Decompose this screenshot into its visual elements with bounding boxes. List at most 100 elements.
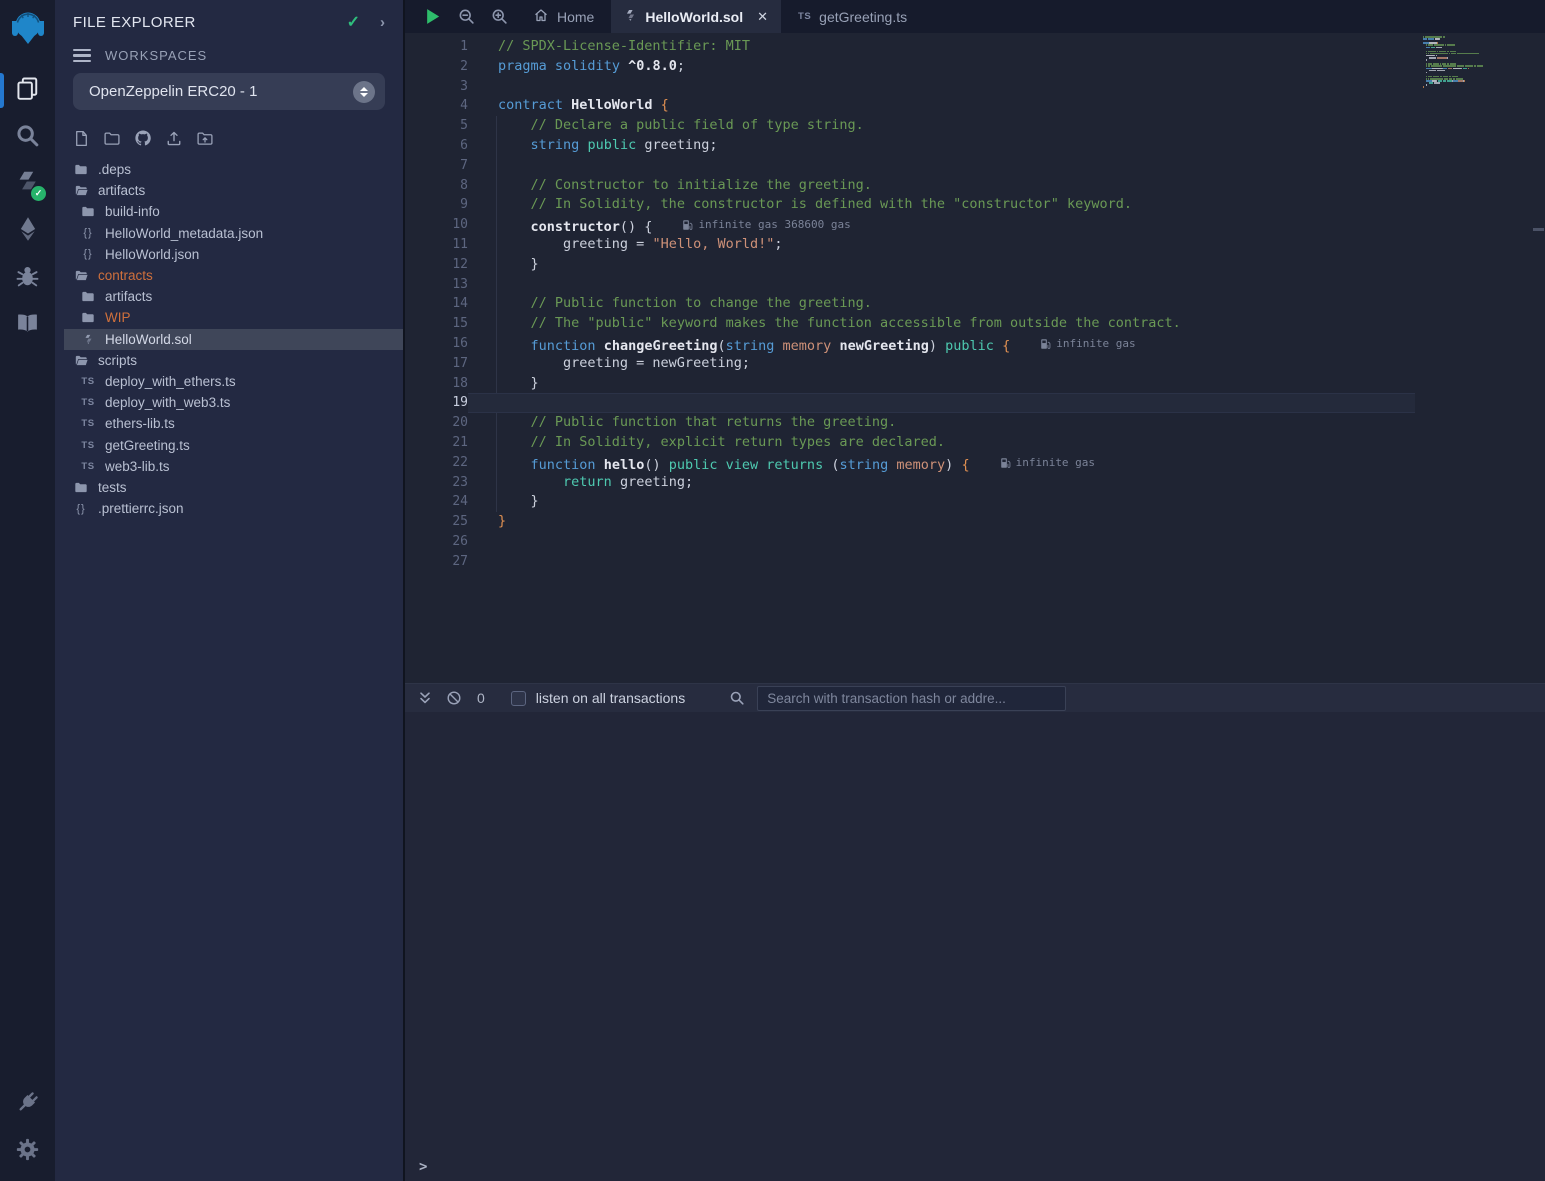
line-number: 16 [405, 334, 468, 354]
code-line-21[interactable]: 21 // In Solidity, explicit return types… [405, 433, 1415, 453]
tree-item-ethers-lib-ts[interactable]: TSethers-lib.ts [55, 413, 403, 434]
home-icon [533, 7, 549, 26]
sidebar-item-learneth[interactable] [0, 302, 55, 349]
tree-item-contracts[interactable]: contracts [55, 265, 403, 286]
minimap[interactable] [1419, 33, 1531, 683]
tree-item-label: getGreeting.ts [105, 438, 190, 453]
scrollbar-marker[interactable] [1533, 228, 1544, 231]
line-number: 27 [405, 552, 468, 572]
line-number: 11 [405, 235, 468, 255]
ts-icon: TS [80, 397, 96, 408]
workspace-select[interactable]: OpenZeppelin ERC20 - 1 [73, 73, 385, 110]
file-explorer-icon [15, 76, 40, 106]
code-line-6[interactable]: 6 string public greeting; [405, 136, 1415, 156]
clear-console-icon[interactable] [446, 690, 462, 706]
line-number: 5 [405, 116, 468, 136]
line-number: 14 [405, 294, 468, 314]
tree-item-tests[interactable]: tests [55, 477, 403, 498]
code-line-23[interactable]: 23 return greeting; [405, 473, 1415, 493]
tree-item-artifacts[interactable]: artifacts [55, 180, 403, 201]
sidebar-item-debugger[interactable] [0, 255, 55, 302]
tree-item-wip[interactable]: WIP [55, 307, 403, 328]
code-line-8[interactable]: 8 // Constructor to initialize the greet… [405, 176, 1415, 196]
code-line-22[interactable]: 22 function hello() public view returns … [405, 453, 1415, 473]
code-line-11[interactable]: 11 greeting = "Hello, World!"; [405, 235, 1415, 255]
code-editor[interactable]: 1// SPDX-License-Identifier: MIT2pragma … [405, 33, 1545, 683]
chevron-right-icon[interactable]: › [380, 14, 385, 31]
search-icon [15, 123, 40, 153]
close-tab-icon[interactable]: ✕ [757, 9, 768, 25]
code-content: // Public function to change the greetin… [468, 294, 1415, 314]
code-line-18[interactable]: 18 } [405, 374, 1415, 394]
github-icon[interactable] [134, 129, 152, 147]
tree-item-deploy-with-web3-ts[interactable]: TSdeploy_with_web3.ts [55, 392, 403, 413]
code-line-15[interactable]: 15 // The "public" keyword makes the fun… [405, 314, 1415, 334]
listen-transactions-checkbox[interactable] [511, 691, 526, 706]
upload-folder-icon[interactable] [196, 130, 214, 147]
line-number: 24 [405, 492, 468, 512]
line-number: 25 [405, 512, 468, 532]
run-script-button[interactable] [423, 7, 442, 26]
folder-open-icon [73, 269, 89, 282]
code-line-19[interactable]: 19 [405, 393, 1415, 413]
terminal-output[interactable]: > [405, 712, 1545, 1181]
code-content: constructor() {infinite gas 368600 gas [468, 215, 1415, 235]
new-file-icon[interactable] [73, 130, 90, 147]
sidebar-item-settings[interactable] [0, 1128, 55, 1175]
code-line-26[interactable]: 26 [405, 532, 1415, 552]
tree-item--deps[interactable]: .deps [55, 159, 403, 180]
code-line-16[interactable]: 16 function changeGreeting(string memory… [405, 334, 1415, 354]
sidebar-item-file-explorer[interactable] [0, 67, 55, 114]
tree-item-build-info[interactable]: build-info [55, 201, 403, 222]
tree-item-helloworld-metadata-json[interactable]: {}HelloWorld_metadata.json [55, 223, 403, 244]
code-line-4[interactable]: 4contract HelloWorld { [405, 96, 1415, 116]
book-icon [15, 311, 40, 341]
code-line-20[interactable]: 20 // Public function that returns the g… [405, 413, 1415, 433]
tree-item-scripts[interactable]: scripts [55, 350, 403, 371]
tree-item-artifacts[interactable]: artifacts [55, 286, 403, 307]
tree-item-helloworld-sol[interactable]: HelloWorld.sol [64, 329, 403, 350]
tree-item-helloworld-json[interactable]: {}HelloWorld.json [55, 244, 403, 265]
json-icon: {} [80, 248, 96, 260]
code-line-25[interactable]: 25} [405, 512, 1415, 532]
fuel-pump-icon [1040, 338, 1051, 350]
zoom-out-icon[interactable] [458, 8, 475, 25]
check-icon[interactable]: ✓ [347, 12, 360, 32]
code-line-2[interactable]: 2pragma solidity ^0.8.0; [405, 57, 1415, 77]
tab-getgreeting-ts[interactable]: TS getGreeting.ts [785, 0, 920, 33]
code-line-27[interactable]: 27 [405, 552, 1415, 572]
tab-home[interactable]: Home [520, 0, 607, 33]
terminal-search-input[interactable] [757, 686, 1066, 711]
sidebar-item-search[interactable] [0, 114, 55, 161]
code-line-14[interactable]: 14 // Public function to change the gree… [405, 294, 1415, 314]
tab-helloworld-sol[interactable]: HelloWorld.sol ✕ [611, 0, 781, 33]
code-line-3[interactable]: 3 [405, 77, 1415, 97]
code-line-9[interactable]: 9 // In Solidity, the constructor is def… [405, 195, 1415, 215]
remix-logo-icon[interactable] [5, 5, 51, 51]
sidebar-item-solidity-compiler[interactable]: ✓ [0, 161, 55, 208]
code-line-17[interactable]: 17 greeting = newGreeting; [405, 354, 1415, 374]
json-icon: {} [80, 227, 96, 239]
upload-file-icon[interactable] [165, 130, 183, 147]
code-line-1[interactable]: 1// SPDX-License-Identifier: MIT [405, 37, 1415, 57]
collapse-terminal-icon[interactable] [417, 690, 433, 706]
code-content: greeting = newGreeting; [468, 354, 1415, 374]
new-folder-icon[interactable] [103, 130, 121, 147]
solidity-icon [80, 333, 96, 346]
workspaces-menu-icon[interactable] [73, 49, 91, 63]
sidebar-item-plugin-manager[interactable] [0, 1081, 55, 1128]
code-line-10[interactable]: 10 constructor() {infinite gas 368600 ga… [405, 215, 1415, 235]
code-line-24[interactable]: 24 } [405, 492, 1415, 512]
tree-item-getgreeting-ts[interactable]: TSgetGreeting.ts [55, 434, 403, 455]
zoom-in-icon[interactable] [491, 8, 508, 25]
sidebar-item-deploy-and-run[interactable] [0, 208, 55, 255]
code-line-13[interactable]: 13 [405, 275, 1415, 295]
code-line-12[interactable]: 12 } [405, 255, 1415, 275]
tree-item-deploy-with-ethers-ts[interactable]: TSdeploy_with_ethers.ts [55, 371, 403, 392]
tree-item--prettierrc-json[interactable]: {}.prettierrc.json [55, 498, 403, 519]
code-line-7[interactable]: 7 [405, 156, 1415, 176]
tree-item-web3-lib-ts[interactable]: TSweb3-lib.ts [55, 456, 403, 477]
code-line-5[interactable]: 5 // Declare a public field of type stri… [405, 116, 1415, 136]
code-content: } [468, 255, 1415, 275]
code-content: // In Solidity, explicit return types ar… [468, 433, 1415, 453]
